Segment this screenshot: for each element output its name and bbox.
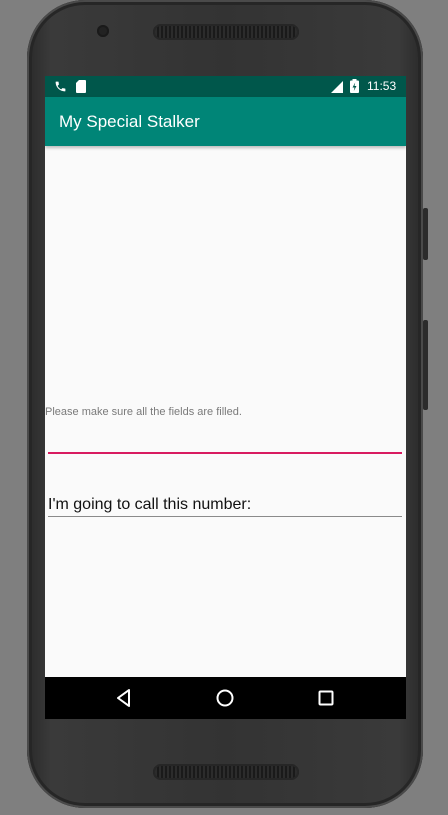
status-time: 11:53 — [367, 79, 397, 93]
device-screen: 11:53 My Special Stalker Please make sur… — [45, 76, 406, 719]
phone-call-icon — [54, 80, 67, 93]
volume-button — [423, 208, 428, 260]
top-speaker-grille — [153, 24, 299, 40]
recents-icon[interactable] — [314, 686, 338, 710]
sd-card-icon — [76, 80, 86, 93]
validation-error-message: Please make sure all the fields are fill… — [45, 406, 242, 418]
power-button — [423, 320, 428, 410]
battery-charging-icon — [350, 79, 359, 93]
back-icon[interactable] — [112, 686, 136, 710]
status-bar: 11:53 — [45, 76, 406, 97]
app-toolbar: My Special Stalker — [45, 97, 406, 146]
call-number-label: I'm going to call this number: — [48, 496, 402, 517]
signal-icon — [331, 81, 343, 93]
bottom-speaker-grille — [153, 764, 299, 780]
front-camera — [97, 25, 109, 37]
home-icon[interactable] — [213, 686, 237, 710]
text-input-field[interactable] — [48, 428, 402, 454]
navigation-bar — [45, 677, 406, 719]
app-title: My Special Stalker — [59, 112, 200, 131]
